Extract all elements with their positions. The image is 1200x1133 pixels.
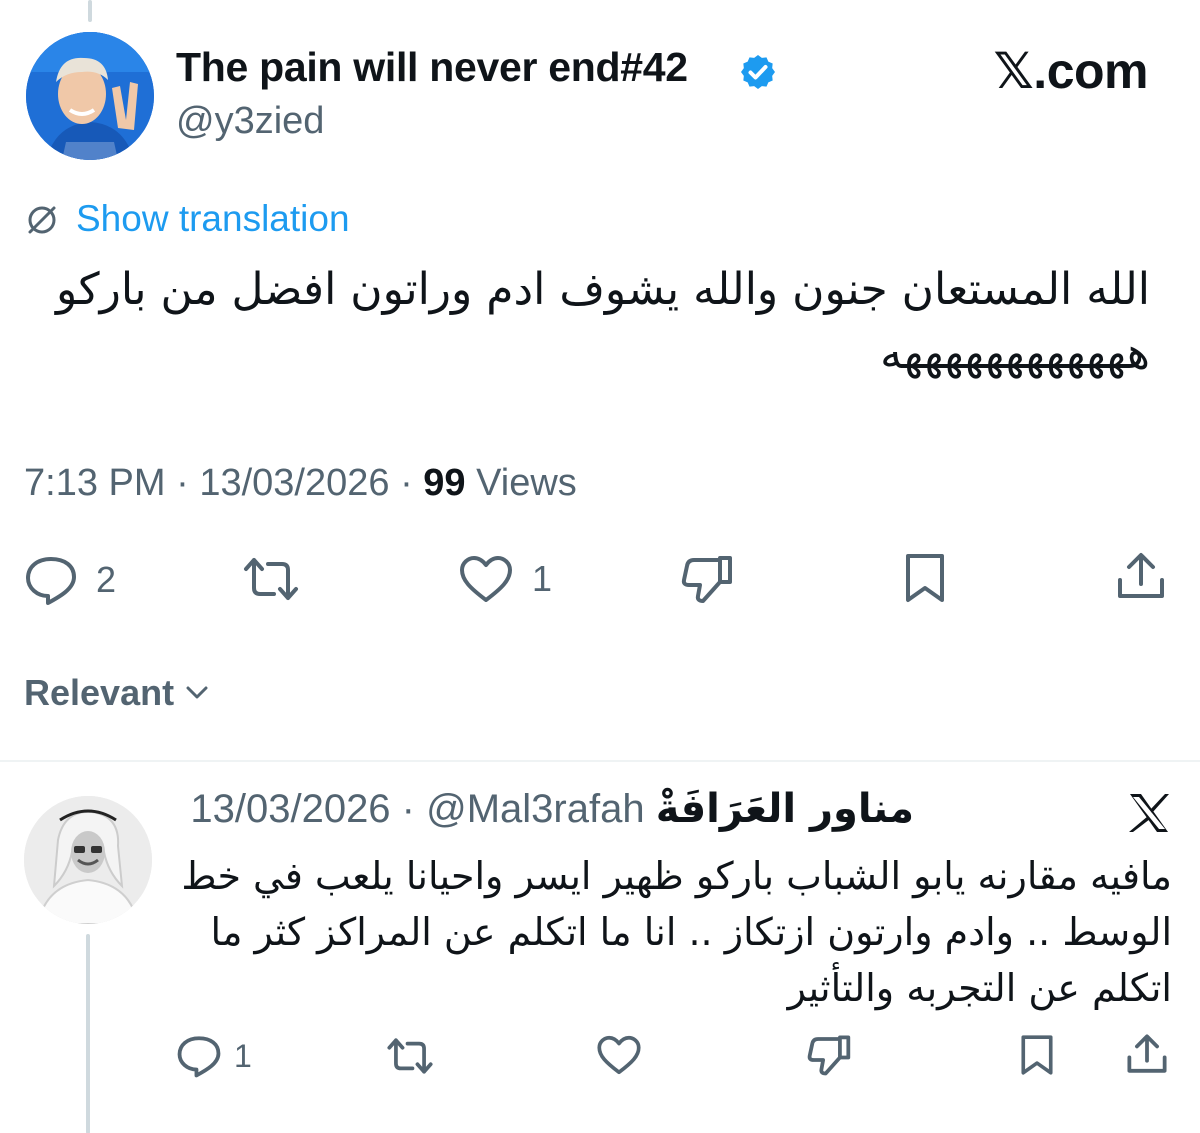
author-handle[interactable]: @y3zied bbox=[176, 100, 324, 143]
reply-count: 2 bbox=[96, 559, 117, 600]
reply-date[interactable]: 13/03/2026 bbox=[190, 787, 390, 831]
sort-dropdown[interactable]: Relevant bbox=[24, 672, 208, 714]
like-icon bbox=[597, 1035, 641, 1075]
tweet-detail-screen: The pain will never end#42 @y3zied 𝕏.com… bbox=[0, 0, 1200, 1133]
reply-avatar-image bbox=[24, 796, 152, 924]
meta-separator: · bbox=[400, 462, 424, 504]
bookmark-icon bbox=[906, 554, 944, 602]
reply-author-handle[interactable]: @Mal3rafah bbox=[426, 787, 644, 831]
reply-header: مناور العَرَافَةْ @Mal3rafah · 13/03/202… bbox=[190, 786, 914, 832]
tweet-meta: 7:13 PM · 13/03/2026 · 99 Views bbox=[24, 462, 577, 505]
bookmark-icon bbox=[1021, 1035, 1053, 1075]
share-button[interactable] bbox=[1116, 550, 1166, 602]
repost-icon bbox=[244, 558, 298, 600]
reply-reply-button[interactable]: 1 bbox=[176, 1034, 252, 1078]
divider bbox=[0, 760, 1200, 762]
meta-separator: · bbox=[176, 462, 200, 504]
dislike-icon bbox=[807, 1035, 851, 1076]
repost-button[interactable] bbox=[242, 556, 300, 602]
chevron-down-icon bbox=[186, 686, 208, 699]
dislike-icon bbox=[681, 556, 732, 603]
share-icon bbox=[1127, 1034, 1167, 1073]
reply-share-button[interactable] bbox=[1126, 1032, 1168, 1076]
reply-text: مافيه مقارنه يابو الشباب باركو ظهير ايسر… bbox=[181, 854, 1172, 1010]
reply-reply-count: 1 bbox=[234, 1037, 252, 1074]
views-count: 99 bbox=[423, 462, 466, 504]
author-avatar[interactable] bbox=[26, 32, 154, 160]
tweet-text: الله المستعان جنون والله يشوف ادم وراتون… bbox=[55, 264, 1150, 379]
show-translation-link[interactable]: Show translation bbox=[76, 198, 350, 240]
tweet-date[interactable]: 13/03/2026 bbox=[199, 462, 389, 504]
dislike-button[interactable] bbox=[680, 554, 734, 604]
author-display-name[interactable]: The pain will never end#42 bbox=[176, 44, 688, 91]
reply-like-button[interactable] bbox=[596, 1034, 642, 1076]
reply-icon bbox=[26, 557, 76, 605]
reply-bookmark-button[interactable] bbox=[1018, 1034, 1056, 1076]
bookmark-button[interactable] bbox=[902, 552, 948, 604]
like-count: 1 bbox=[532, 558, 553, 599]
reply-thread-line bbox=[86, 934, 90, 1133]
verified-badge-icon bbox=[741, 55, 775, 89]
reply-repost-button[interactable] bbox=[386, 1036, 434, 1076]
like-button[interactable]: 1 bbox=[458, 554, 552, 604]
share-icon bbox=[1118, 553, 1164, 598]
author-avatar-image bbox=[26, 32, 154, 160]
brand-watermark: 𝕏.com bbox=[993, 43, 1149, 99]
reply-dislike-button[interactable] bbox=[806, 1034, 852, 1076]
translate-icon bbox=[28, 206, 56, 234]
reply-icon bbox=[177, 1036, 221, 1078]
thread-line bbox=[88, 0, 92, 22]
tweet-time[interactable]: 7:13 PM bbox=[24, 462, 166, 504]
sort-label: Relevant bbox=[24, 672, 175, 713]
reply-separator: · bbox=[390, 787, 427, 831]
reply-author-avatar[interactable] bbox=[24, 796, 152, 924]
reply-button[interactable]: 2 bbox=[24, 554, 116, 606]
repost-icon bbox=[387, 1038, 433, 1074]
like-icon bbox=[460, 556, 512, 602]
views-label: Views bbox=[476, 462, 577, 504]
reply-author-name[interactable]: مناور العَرَافَةْ bbox=[656, 786, 914, 832]
x-logo-icon bbox=[1129, 794, 1169, 832]
